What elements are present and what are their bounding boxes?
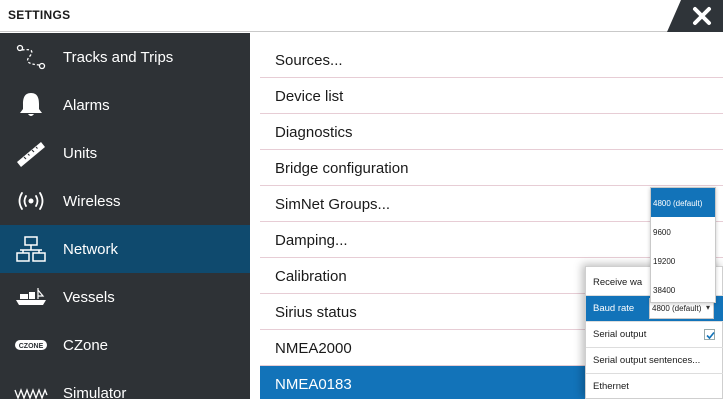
baud-option-4800[interactable]: 4800 (default) <box>651 188 715 217</box>
sidebar-item-simulator[interactable]: Simulator <box>0 369 250 399</box>
sidebar-item-label: Network <box>63 240 119 258</box>
checkmark-icon <box>706 331 715 340</box>
serial-output-sentences-row[interactable]: Serial output sentences... <box>586 348 723 373</box>
sidebar-item-label: Alarms <box>63 96 110 114</box>
menu-item-diagnostics[interactable]: Diagnostics <box>260 114 723 150</box>
baud-option-38400[interactable]: 38400 <box>651 275 715 304</box>
sidebar-item-alarms[interactable]: Alarms <box>0 81 250 129</box>
simulator-icon <box>14 378 48 399</box>
menu-item-label: Diagnostics <box>275 124 353 141</box>
serial-output-label: Serial output <box>593 329 647 340</box>
sidebar-item-label: Simulator <box>63 384 127 399</box>
network-icon <box>14 234 48 264</box>
menu-item-label: SimNet Groups... <box>275 196 391 213</box>
option-label: 9600 <box>653 228 671 237</box>
baud-rate-dropdown: 4800 (default) 9600 19200 38400 <box>650 187 716 303</box>
sidebar-item-network[interactable]: Network <box>0 225 250 273</box>
menu-item-label: Calibration <box>275 268 347 285</box>
menu-item-label: Sirius status <box>275 304 357 321</box>
menu-item-label: NMEA2000 <box>275 340 352 357</box>
menu-item-label: Sources... <box>275 52 343 69</box>
menu-item-label: NMEA0183 <box>275 376 352 393</box>
close-button[interactable] <box>667 0 723 32</box>
close-icon <box>667 0 723 32</box>
menu-item-label: Device list <box>275 88 344 105</box>
baud-rate-value: 4800 (default) <box>652 304 702 313</box>
svg-text:CZONE: CZONE <box>19 343 44 350</box>
bell-icon <box>14 90 48 120</box>
title-bar: SETTINGS <box>0 0 723 32</box>
sidebar-item-label: CZone <box>63 336 109 354</box>
receive-waypoint-label: Receive wa <box>593 277 643 288</box>
sidebar-item-label: Tracks and Trips <box>63 48 174 66</box>
sidebar-item-czone[interactable]: CZONE CZone <box>0 321 250 369</box>
baud-option-9600[interactable]: 9600 <box>651 217 715 246</box>
baud-option-19200[interactable]: 19200 <box>651 246 715 275</box>
tracks-trips-icon <box>14 42 48 72</box>
option-label: 4800 (default) <box>653 199 703 208</box>
menu-item-label: Bridge configuration <box>275 160 409 177</box>
sidebar-item-label: Vessels <box>63 288 115 306</box>
sidebar-item-units[interactable]: Units <box>0 129 250 177</box>
ethernet-row[interactable]: Ethernet <box>586 374 723 399</box>
sidebar-item-tracks-and-trips[interactable]: Tracks and Trips <box>0 33 250 81</box>
ruler-icon <box>14 138 48 168</box>
ethernet-label: Ethernet <box>593 381 629 392</box>
option-label: 19200 <box>653 257 676 266</box>
chevron-down-icon: ▾ <box>705 303 710 312</box>
wireless-icon <box>14 186 48 216</box>
baud-rate-label: Baud rate <box>593 303 635 314</box>
sidebar-item-label: Wireless <box>63 192 121 210</box>
window-title: SETTINGS <box>8 8 71 22</box>
sidebar-item-label: Units <box>63 144 98 162</box>
option-label: 38400 <box>653 286 676 295</box>
vessels-icon <box>14 282 48 312</box>
serial-output-checkbox[interactable] <box>704 329 715 340</box>
sidebar-item-vessels[interactable]: Vessels <box>0 273 250 321</box>
czone-logo-icon: CZONE <box>14 330 48 360</box>
serial-output-sentences-label: Serial output sentences... <box>593 355 701 366</box>
menu-item-bridge-configuration[interactable]: Bridge configuration <box>260 150 723 186</box>
menu-item-sources[interactable]: Sources... <box>260 42 723 78</box>
serial-output-row[interactable]: Serial output <box>586 322 723 347</box>
sidebar: Tracks and Trips Alarms Units Wireless N… <box>0 33 250 399</box>
sidebar-item-wireless[interactable]: Wireless <box>0 177 250 225</box>
menu-item-label: Damping... <box>275 232 348 249</box>
menu-item-device-list[interactable]: Device list <box>260 78 723 114</box>
